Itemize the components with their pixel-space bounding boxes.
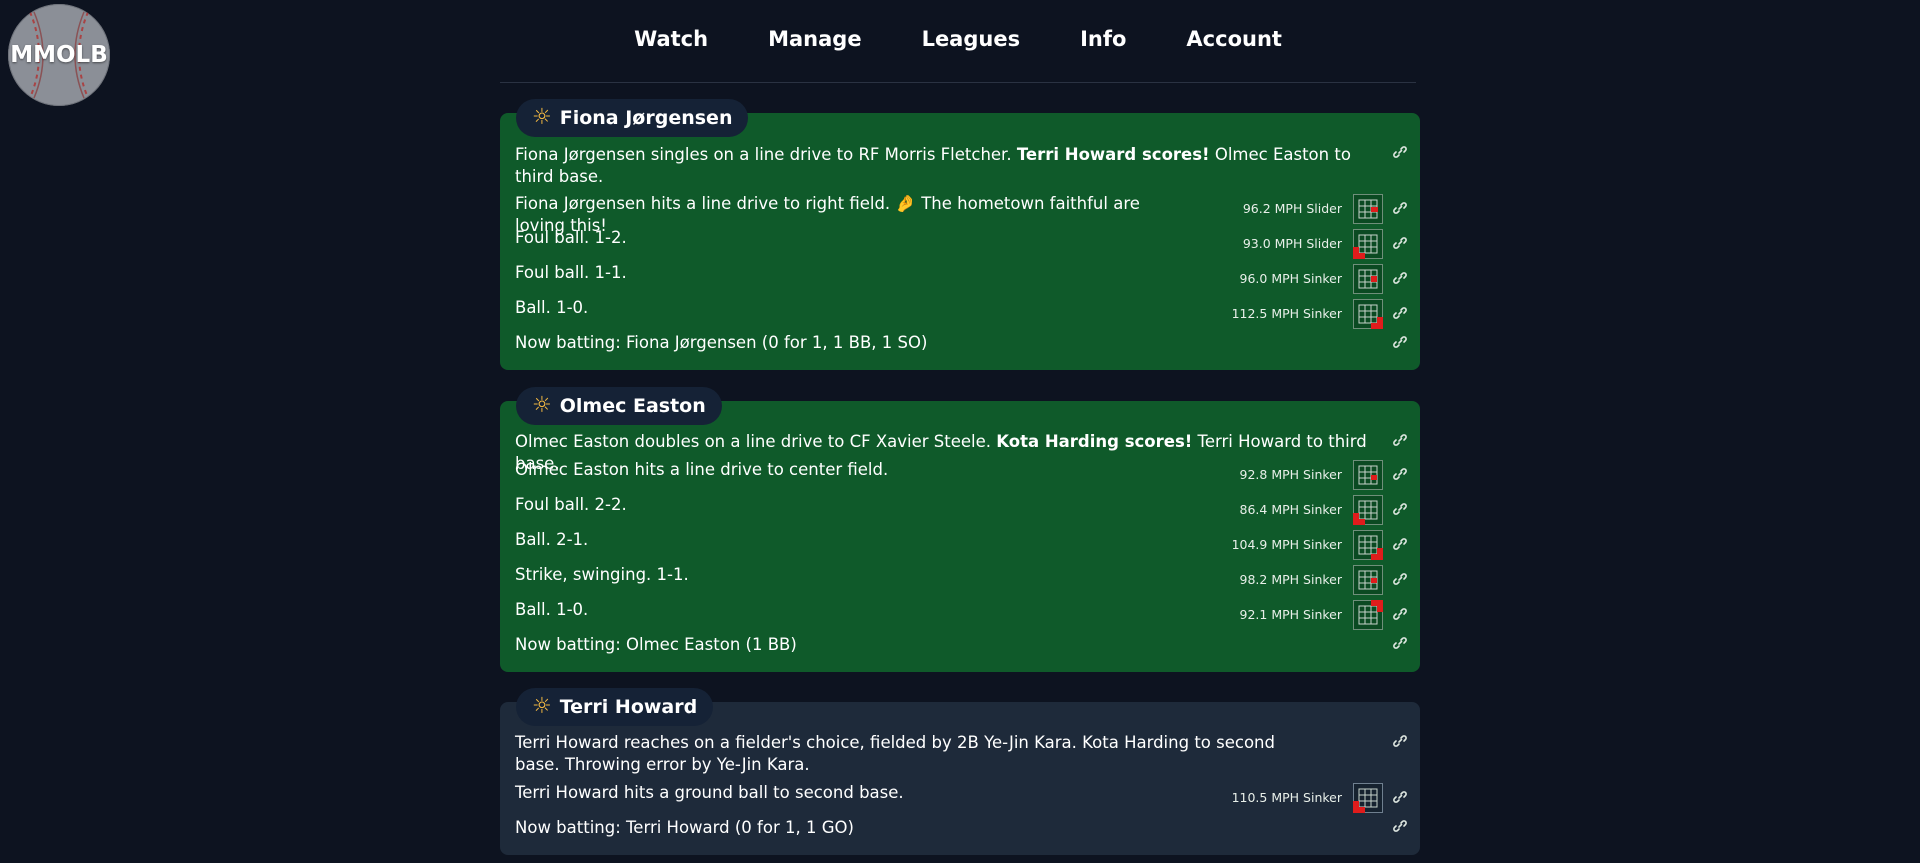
strike-zone-low-left[interactable] — [1353, 495, 1383, 525]
link-icon[interactable] — [1392, 432, 1408, 448]
result-text: Terri Howard reaches on a fielder's choi… — [515, 733, 1275, 774]
link-icon[interactable] — [1392, 536, 1408, 552]
strike-zone-mid-right[interactable] — [1353, 264, 1383, 294]
nav-info[interactable]: Info — [1080, 27, 1126, 51]
pitch-info: 112.5 MPH Sinker — [1231, 306, 1342, 321]
link-icon[interactable] — [1392, 733, 1408, 749]
pitch-info: 98.2 MPH Sinker — [1239, 572, 1342, 587]
result-text: Fiona Jørgensen singles on a line drive … — [515, 145, 1351, 186]
sun-icon: ☼ — [532, 393, 552, 418]
link-icon[interactable] — [1392, 466, 1408, 482]
link-icon[interactable] — [1392, 334, 1408, 350]
link-icon[interactable] — [1392, 789, 1408, 805]
mmolb-logo[interactable]: MMOLB — [8, 4, 110, 106]
player-pill[interactable]: ☼ Olmec Easton — [516, 387, 722, 425]
link-icon[interactable] — [1392, 606, 1408, 622]
now-batting-text: Now batting: Olmec Easton (1 BB) — [515, 635, 797, 654]
pitch-info: 96.2 MPH Slider — [1242, 201, 1342, 216]
pitch-info: 92.1 MPH Sinker — [1239, 607, 1342, 622]
pitch-info: 86.4 MPH Sinker — [1239, 502, 1342, 517]
strike-zone-high-right[interactable] — [1353, 600, 1383, 630]
link-icon[interactable] — [1392, 571, 1408, 587]
strike-zone-low-left[interactable] — [1353, 783, 1383, 813]
plate-appearance-card: ☼ Terri Howard Terri Howard reaches on a… — [500, 688, 1420, 855]
link-icon[interactable] — [1392, 818, 1408, 834]
strike-zone-mid-right[interactable] — [1353, 460, 1383, 490]
player-pill[interactable]: ☼ Terri Howard — [516, 688, 714, 726]
strike-zone-low-left[interactable] — [1353, 229, 1383, 259]
now-batting-text: Now batting: Fiona Jørgensen (0 for 1, 1… — [515, 333, 928, 352]
pitch-info: 110.5 MPH Sinker — [1231, 790, 1342, 805]
plate-appearance-card: ☼ Fiona Jørgensen Fiona Jørgensen single… — [500, 99, 1420, 370]
nav-watch[interactable]: Watch — [634, 27, 708, 51]
player-name: Olmec Easton — [559, 395, 706, 417]
link-icon[interactable] — [1392, 305, 1408, 321]
pitch-info: 92.8 MPH Sinker — [1239, 467, 1342, 482]
pitch-info: 96.0 MPH Sinker — [1239, 271, 1342, 286]
link-icon[interactable] — [1392, 635, 1408, 651]
sun-icon: ☼ — [532, 694, 552, 719]
link-icon[interactable] — [1392, 501, 1408, 517]
link-icon[interactable] — [1392, 270, 1408, 286]
sun-icon: ☼ — [532, 105, 552, 130]
strike-zone-mid-right[interactable] — [1353, 194, 1383, 224]
strike-zone-low-right[interactable] — [1353, 299, 1383, 329]
pitch-info: 93.0 MPH Slider — [1242, 236, 1342, 251]
strike-zone-mid-right[interactable] — [1353, 565, 1383, 595]
pitch-info: 104.9 MPH Sinker — [1231, 537, 1342, 552]
nav-manage[interactable]: Manage — [768, 27, 861, 51]
player-name: Terri Howard — [559, 696, 698, 718]
nav-leagues[interactable]: Leagues — [922, 27, 1021, 51]
now-batting-text: Now batting: Terri Howard (0 for 1, 1 GO… — [515, 818, 854, 837]
link-icon[interactable] — [1392, 235, 1408, 251]
plate-appearance-card: ☼ Olmec Easton Olmec Easton doubles on a… — [500, 387, 1420, 672]
player-name: Fiona Jørgensen — [559, 107, 733, 129]
link-icon[interactable] — [1392, 200, 1408, 216]
logo-text: MMOLB — [10, 42, 108, 68]
strike-zone-low-right[interactable] — [1353, 530, 1383, 560]
nav-account[interactable]: Account — [1186, 27, 1282, 51]
link-icon[interactable] — [1392, 144, 1408, 160]
top-nav: Watch Manage Leagues Info Account — [500, 0, 1416, 83]
player-pill[interactable]: ☼ Fiona Jørgensen — [516, 99, 749, 137]
